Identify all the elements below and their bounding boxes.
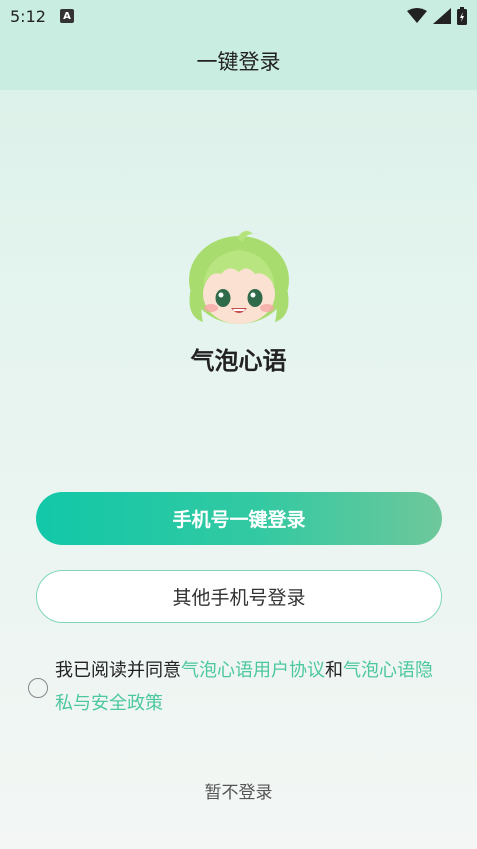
agreement-text: 我已阅读并同意气泡心语用户协议和气泡心语隐私与安全政策: [55, 654, 447, 720]
app-name: 气泡心语: [190, 347, 287, 375]
header: 一键登录: [0, 32, 477, 90]
signal-icon: [433, 8, 451, 24]
page-title: 一键登录: [196, 50, 281, 74]
status-right: [407, 7, 467, 25]
wifi-icon: [407, 8, 427, 23]
agreement-checkbox[interactable]: [28, 678, 48, 698]
one-click-login-button[interactable]: 手机号一键登录: [36, 492, 442, 545]
status-left: 5:12 A: [10, 7, 74, 26]
notification-badge-icon: A: [59, 9, 74, 23]
battery-icon: [457, 7, 467, 25]
agreement-prefix: 我已阅读并同意: [55, 660, 181, 681]
girl-mascot-icon: [185, 228, 293, 328]
status-bar: 5:12 A: [0, 0, 477, 32]
status-time: 5:12: [10, 6, 46, 26]
user-agreement-link[interactable]: 气泡心语用户协议: [181, 660, 325, 681]
agreement-and: 和: [325, 660, 343, 681]
skip-login-link[interactable]: 暂不登录: [0, 778, 477, 803]
other-phone-login-button[interactable]: 其他手机号登录: [36, 570, 442, 623]
